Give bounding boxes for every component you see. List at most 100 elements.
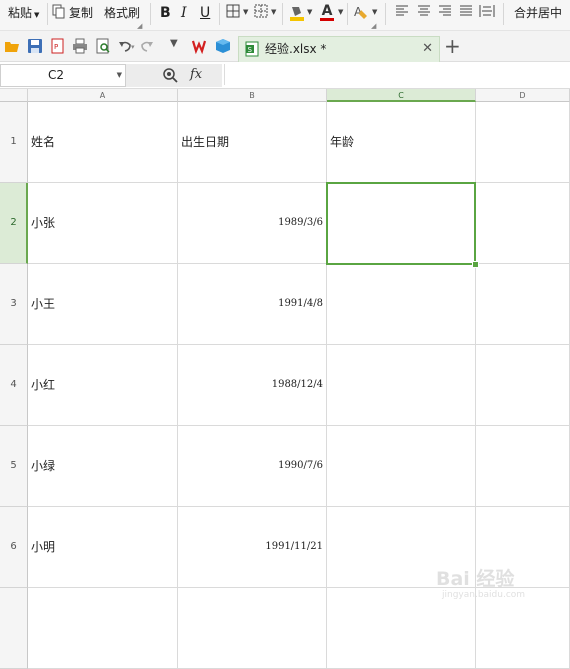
formula-tools	[126, 64, 222, 87]
paste-button[interactable]: 粘贴 ▼	[8, 0, 39, 26]
cell-d4[interactable]	[476, 345, 570, 426]
cell-a1[interactable]: 姓名	[28, 102, 178, 183]
tab-workbook[interactable]: S 经验.xlsx * ✕	[238, 36, 440, 62]
cell-b7[interactable]	[178, 588, 327, 669]
underline-button[interactable]: U	[200, 0, 210, 26]
align-center-icon[interactable]	[415, 4, 433, 22]
docer-cube-icon[interactable]	[215, 38, 231, 54]
fill-handle[interactable]	[472, 261, 479, 268]
borders-icon[interactable]	[224, 4, 242, 22]
cell-d5[interactable]	[476, 426, 570, 507]
cell-a5[interactable]: 小绿	[28, 426, 178, 507]
chevron-down-icon[interactable]: ▼	[338, 8, 343, 16]
cell-d3[interactable]	[476, 264, 570, 345]
row-header[interactable]: 5	[0, 426, 28, 507]
column-header-c[interactable]: C	[327, 89, 476, 102]
wps-logo-icon[interactable]	[192, 38, 208, 54]
font-color-icon[interactable]: A	[318, 4, 336, 22]
chevron-down-icon[interactable]: ▼	[117, 65, 122, 86]
cell-value: 1989/3/6	[278, 217, 323, 228]
row-number: 6	[10, 541, 17, 552]
spreadsheet-file-icon: S	[245, 41, 259, 57]
row-header[interactable]	[0, 588, 28, 669]
row-number: 3	[10, 298, 17, 309]
cell-d1[interactable]	[476, 102, 570, 183]
column-header-b[interactable]: B	[178, 89, 327, 102]
cell-value: 1988/12/4	[271, 379, 323, 390]
cell-a4[interactable]: 小红	[28, 345, 178, 426]
open-folder-icon[interactable]	[4, 38, 20, 54]
formula-bar: C2 ▼ fx	[0, 62, 570, 89]
chevron-down-icon[interactable]: ▼	[307, 8, 312, 16]
cell-a3[interactable]: 小王	[28, 264, 178, 345]
column-header-d[interactable]: D	[476, 89, 570, 102]
clipboard-dialog-launcher-icon[interactable]: ◢	[137, 22, 142, 30]
zoom-function-icon[interactable]	[162, 67, 178, 83]
cell-value: 小王	[31, 297, 56, 311]
cell-d2[interactable]	[476, 183, 570, 264]
spreadsheet-grid[interactable]: A B C D 1 姓名 出生日期 年龄 2 小张 1989/3/6 3 小王 1991/4/8 4 小红 19…	[0, 89, 570, 669]
row-number: 2	[10, 217, 17, 228]
cell-c3[interactable]	[327, 264, 476, 345]
chevron-down-icon[interactable]: ▼	[271, 8, 276, 16]
cell-value: 小张	[31, 216, 56, 230]
baidu-jingyan-watermark: Bai 经验 jingyan.baidu.com	[436, 560, 566, 610]
select-all-corner[interactable]	[0, 89, 28, 102]
cell-a2[interactable]: 小张	[28, 183, 178, 264]
cell-b6[interactable]: 1991/11/21	[178, 507, 327, 588]
active-cell-border	[326, 182, 476, 265]
cell-value: 小红	[31, 378, 56, 392]
format-painter-button[interactable]: 格式刷	[104, 0, 140, 26]
chevron-down-icon[interactable]: ▼	[243, 8, 248, 16]
cell-c4[interactable]	[327, 345, 476, 426]
cell-value: 姓名	[31, 135, 56, 149]
column-header-a[interactable]: A	[28, 89, 178, 102]
cell-a6[interactable]: 小明	[28, 507, 178, 588]
row-header[interactable]: 2	[0, 183, 28, 264]
clear-format-icon[interactable]: A	[352, 4, 370, 22]
cell-style-icon[interactable]	[252, 4, 270, 22]
print-preview-icon[interactable]	[95, 38, 111, 54]
cell-value: 1991/11/21	[265, 541, 323, 552]
quick-access-bar: P ▾ ▼ S 经验.xlsx * ✕ +	[0, 31, 570, 62]
cell-b5[interactable]: 1990/7/6	[178, 426, 327, 507]
insert-function-button[interactable]: fx	[190, 64, 202, 86]
chevron-down-icon[interactable]: ▾	[131, 43, 135, 51]
save-icon[interactable]	[27, 38, 43, 54]
copy-icon	[52, 4, 65, 19]
cell-c1[interactable]: 年龄	[327, 102, 476, 183]
fill-color-icon[interactable]	[288, 4, 306, 22]
cell-b2[interactable]: 1989/3/6	[178, 183, 327, 264]
print-icon[interactable]	[72, 38, 88, 54]
new-tab-button[interactable]: +	[444, 34, 461, 58]
row-header[interactable]: 3	[0, 264, 28, 345]
customize-toolbar-icon[interactable]: ▼	[170, 38, 178, 49]
cell-c5[interactable]	[327, 426, 476, 507]
close-icon[interactable]: ✕	[422, 37, 433, 61]
cell-b3[interactable]: 1991/4/8	[178, 264, 327, 345]
cell-b1[interactable]: 出生日期	[178, 102, 327, 183]
cell-b4[interactable]: 1988/12/4	[178, 345, 327, 426]
export-pdf-icon[interactable]: P	[50, 38, 66, 54]
distributed-align-icon[interactable]	[478, 4, 496, 22]
row-header[interactable]: 4	[0, 345, 28, 426]
font-dialog-launcher-icon[interactable]: ◢	[371, 22, 376, 30]
font-color-label: A	[321, 3, 333, 19]
name-box[interactable]: C2 ▼	[0, 64, 126, 87]
merge-center-button[interactable]: 合并居中	[514, 0, 562, 26]
copy-label: 复制	[69, 6, 94, 20]
redo-icon[interactable]	[139, 38, 155, 54]
align-right-icon[interactable]	[436, 4, 454, 22]
justify-icon[interactable]	[457, 4, 475, 22]
cell-a7[interactable]	[28, 588, 178, 669]
bold-button[interactable]: B	[160, 0, 171, 26]
italic-button[interactable]: I	[181, 0, 187, 26]
format-painter-label: 格式刷	[104, 6, 141, 20]
row-header[interactable]: 6	[0, 507, 28, 588]
copy-button[interactable]: 复制	[52, 0, 93, 26]
chevron-down-icon[interactable]: ▼	[372, 8, 377, 16]
row-header[interactable]: 1	[0, 102, 28, 183]
align-left-icon[interactable]	[393, 4, 411, 22]
formula-input[interactable]	[224, 64, 570, 85]
watermark-main: Bai 经验	[436, 568, 515, 590]
